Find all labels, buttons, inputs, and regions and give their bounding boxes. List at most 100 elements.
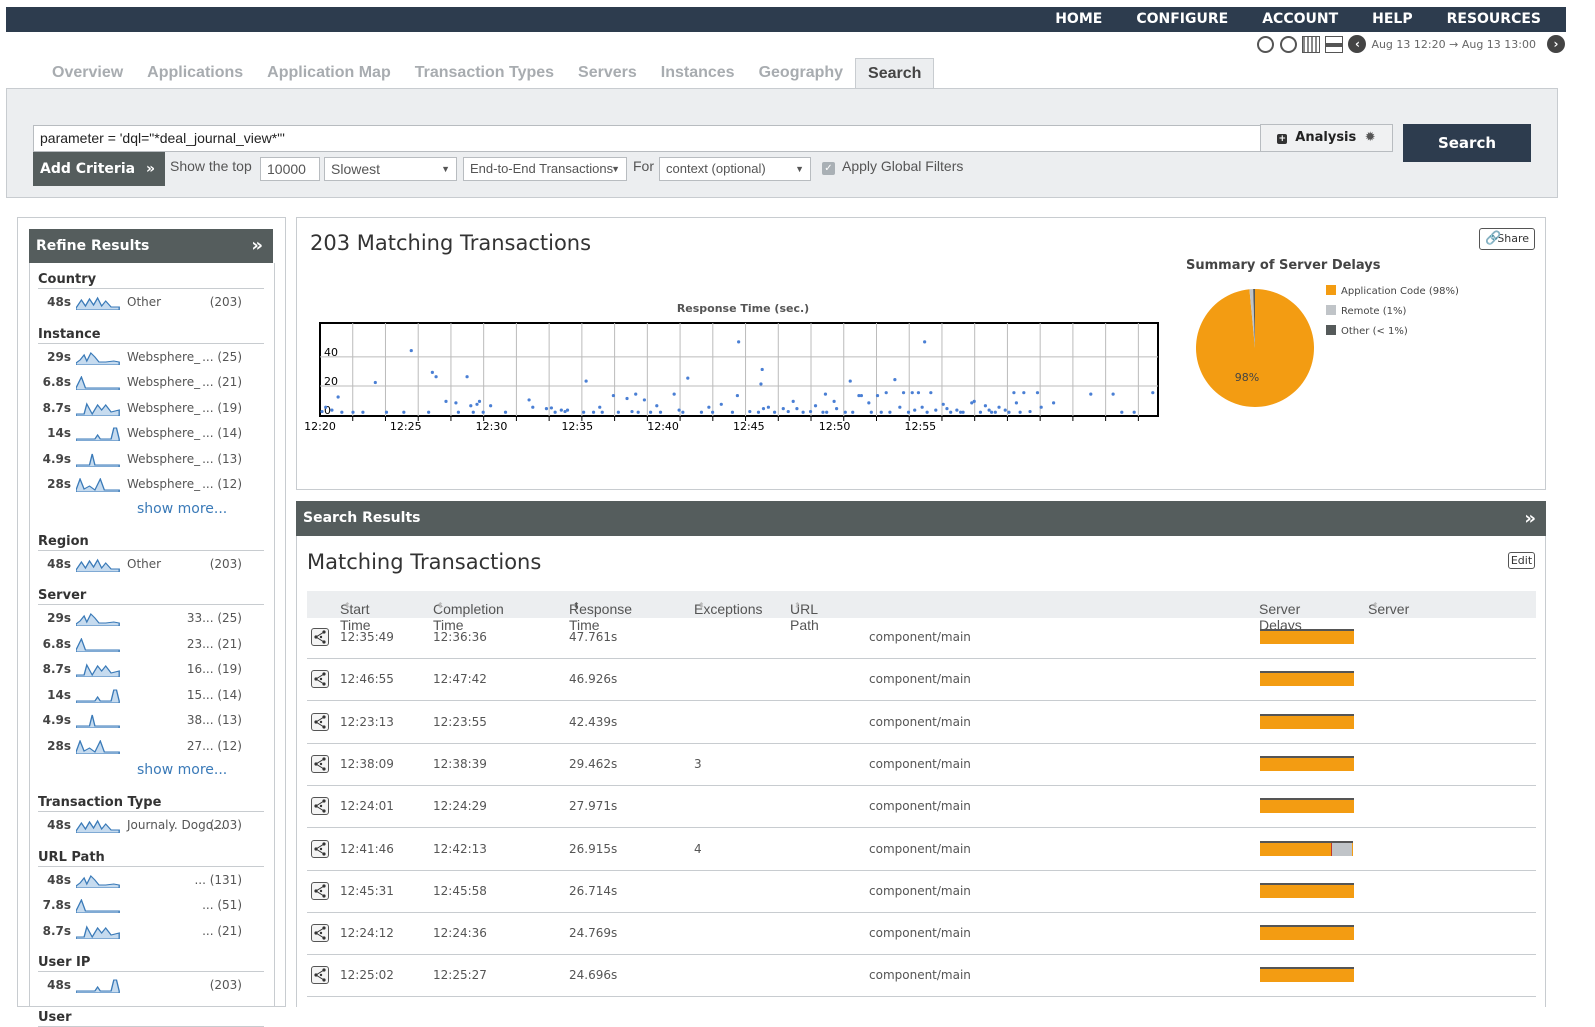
transaction-map-icon[interactable] [311,712,329,731]
collapse-refine-icon[interactable]: » [251,229,263,263]
data-point [760,367,764,372]
refine-item[interactable]: 8.7s 16... (19) [38,662,264,682]
refine-item[interactable]: 29s Websphere_... (25) [38,350,264,370]
data-point [430,370,434,374]
apply-global-filters-checkbox[interactable]: ✓ [822,162,835,175]
nav-account[interactable]: ACCOUNT [1245,7,1355,32]
transaction-map-icon[interactable] [311,881,329,900]
refine-item[interactable]: 6.8s Websphere_... (21) [38,375,264,395]
search-button[interactable]: Search [1403,124,1531,162]
data-point [898,405,902,409]
tab-geography[interactable]: Geography [747,58,855,89]
tab-application-map[interactable]: Application Map [255,58,403,89]
share-button[interactable]: 🔗 Share [1479,228,1535,250]
tab-overview[interactable]: Overview [40,58,135,89]
transaction-map-icon[interactable] [311,924,329,943]
transaction-map-icon[interactable] [311,628,329,646]
tab-servers[interactable]: Servers [566,58,649,89]
data-point [961,410,965,414]
table-row[interactable]: 12:41:46 12:42:13 26.915s 4 component/main [307,829,1536,871]
table-row[interactable]: 12:24:12 12:24:36 24.769s component/main [307,913,1536,956]
calendar-range-icon[interactable] [1325,35,1344,53]
data-point [336,395,340,399]
data-point [1111,392,1115,396]
data-point [527,398,531,402]
table-row[interactable]: 12:35:49 12:36:36 47.761s component/main [307,617,1536,659]
search-results-title: Search Results [303,510,421,526]
table-row[interactable]: 12:23:13 12:23:55 42.439s component/main [307,702,1536,744]
table-row[interactable]: 12:38:09 12:38:39 29.462s 3 component/main [307,744,1536,786]
refine-item[interactable]: 14s Websphere_... (14) [38,426,264,446]
app-code-segment [1260,884,1354,898]
show-more-link[interactable]: show more... [137,501,227,517]
refine-item[interactable]: 48s (203) [38,978,264,998]
refine-item[interactable]: 48s Journaly. Dogo... (203) [38,818,264,838]
refine-item[interactable]: 7.8s ... (51) [38,898,264,918]
app-code-segment [1260,842,1331,856]
url-path: component/main [869,883,971,898]
nav-configure[interactable]: CONFIGURE [1119,7,1245,32]
sparkline-icon [76,874,120,888]
transaction-map-icon[interactable] [311,797,329,816]
transaction-map-icon[interactable] [311,966,329,985]
top-nav: HOME CONFIGURE ACCOUNT HELP RESOURCES [1038,7,1558,32]
next-range-icon[interactable]: › [1547,35,1565,53]
order-select[interactable]: Slowest ▼ [324,157,457,181]
transaction-kind-select[interactable]: End-to-End Transactions ▼ [463,157,627,181]
sort-icon: ⬍ [344,601,351,610]
transaction-map-icon[interactable] [311,839,329,858]
collapse-results-icon[interactable]: » [1524,501,1536,536]
refine-item[interactable]: 4.9s Websphere_... (13) [38,452,264,472]
refine-item-count: (203) [209,295,242,309]
legend-swatch [1326,305,1336,315]
edit-button[interactable]: Edit [1508,552,1535,569]
calendar-grid-icon[interactable] [1302,35,1321,53]
server-delay-bar [1260,713,1354,729]
clock-icon[interactable] [1256,35,1274,53]
data-point [832,399,836,403]
top-count-input[interactable]: 10000 [260,157,320,181]
tab-applications[interactable]: Applications [135,58,255,89]
response-time: 42.439s [569,714,618,729]
refine-item[interactable]: 48s Other (203) [38,295,264,315]
data-point [373,380,377,385]
refine-item[interactable]: 48s Other (203) [38,557,264,577]
table-row[interactable]: 12:25:02 12:25:27 24.696s component/main [307,955,1536,998]
refine-item[interactable]: 48s ... (131) [38,873,264,893]
refine-item-label: Other [127,295,162,309]
refine-item[interactable]: 8.7s Websphere_... (19) [38,401,264,421]
sparkline-icon [76,401,120,416]
refine-item[interactable]: 14s 15... (14) [38,688,264,708]
refine-item[interactable]: 6.8s 23... (21) [38,637,264,657]
query-input[interactable]: parameter = 'dql="*deal_journal_view*"' [33,125,1261,152]
nav-help[interactable]: HELP [1355,7,1429,32]
tab-instances[interactable]: Instances [649,58,747,89]
nav-resources[interactable]: RESOURCES [1430,7,1558,32]
data-point [582,410,586,414]
tab-transaction-types[interactable]: Transaction Types [403,58,566,89]
refine-item[interactable]: 29s 33... (25) [38,611,264,631]
transaction-map-icon[interactable] [311,754,329,773]
prev-range-icon[interactable]: ‹ [1348,35,1367,53]
refine-item-value: 7.8s [42,898,71,912]
table-row[interactable]: 12:24:01 12:24:29 27.971s component/main [307,786,1536,829]
response-time: 26.714s [569,883,618,898]
data-point [658,410,663,414]
table-row[interactable]: 12:45:31 12:45:58 26.714s component/main [307,871,1536,913]
analysis-button[interactable]: + Analysis ✹ [1260,124,1393,152]
refine-item[interactable]: 28s Websphere_... (12) [38,477,264,497]
add-criteria-label: Add Criteria [40,161,136,177]
transaction-map-icon[interactable] [311,670,329,689]
response-time: 29.462s [569,756,618,771]
refine-item[interactable]: 28s 27... (12) [38,739,264,759]
refine-item[interactable]: 4.9s 38... (13) [38,713,264,733]
context-select[interactable]: context (optional) ▼ [659,157,811,181]
refine-item[interactable]: 8.7s ... (21) [38,924,264,944]
show-more-link[interactable]: show more... [137,762,227,778]
stopwatch-icon[interactable] [1279,35,1297,53]
add-criteria-button[interactable]: Add Criteria » [33,152,165,186]
refine-item-count: 27... (12) [186,738,242,753]
table-row[interactable]: 12:46:55 12:47:42 46.926s component/main [307,659,1536,702]
nav-home[interactable]: HOME [1038,7,1119,32]
tab-search[interactable]: Search [855,58,935,89]
